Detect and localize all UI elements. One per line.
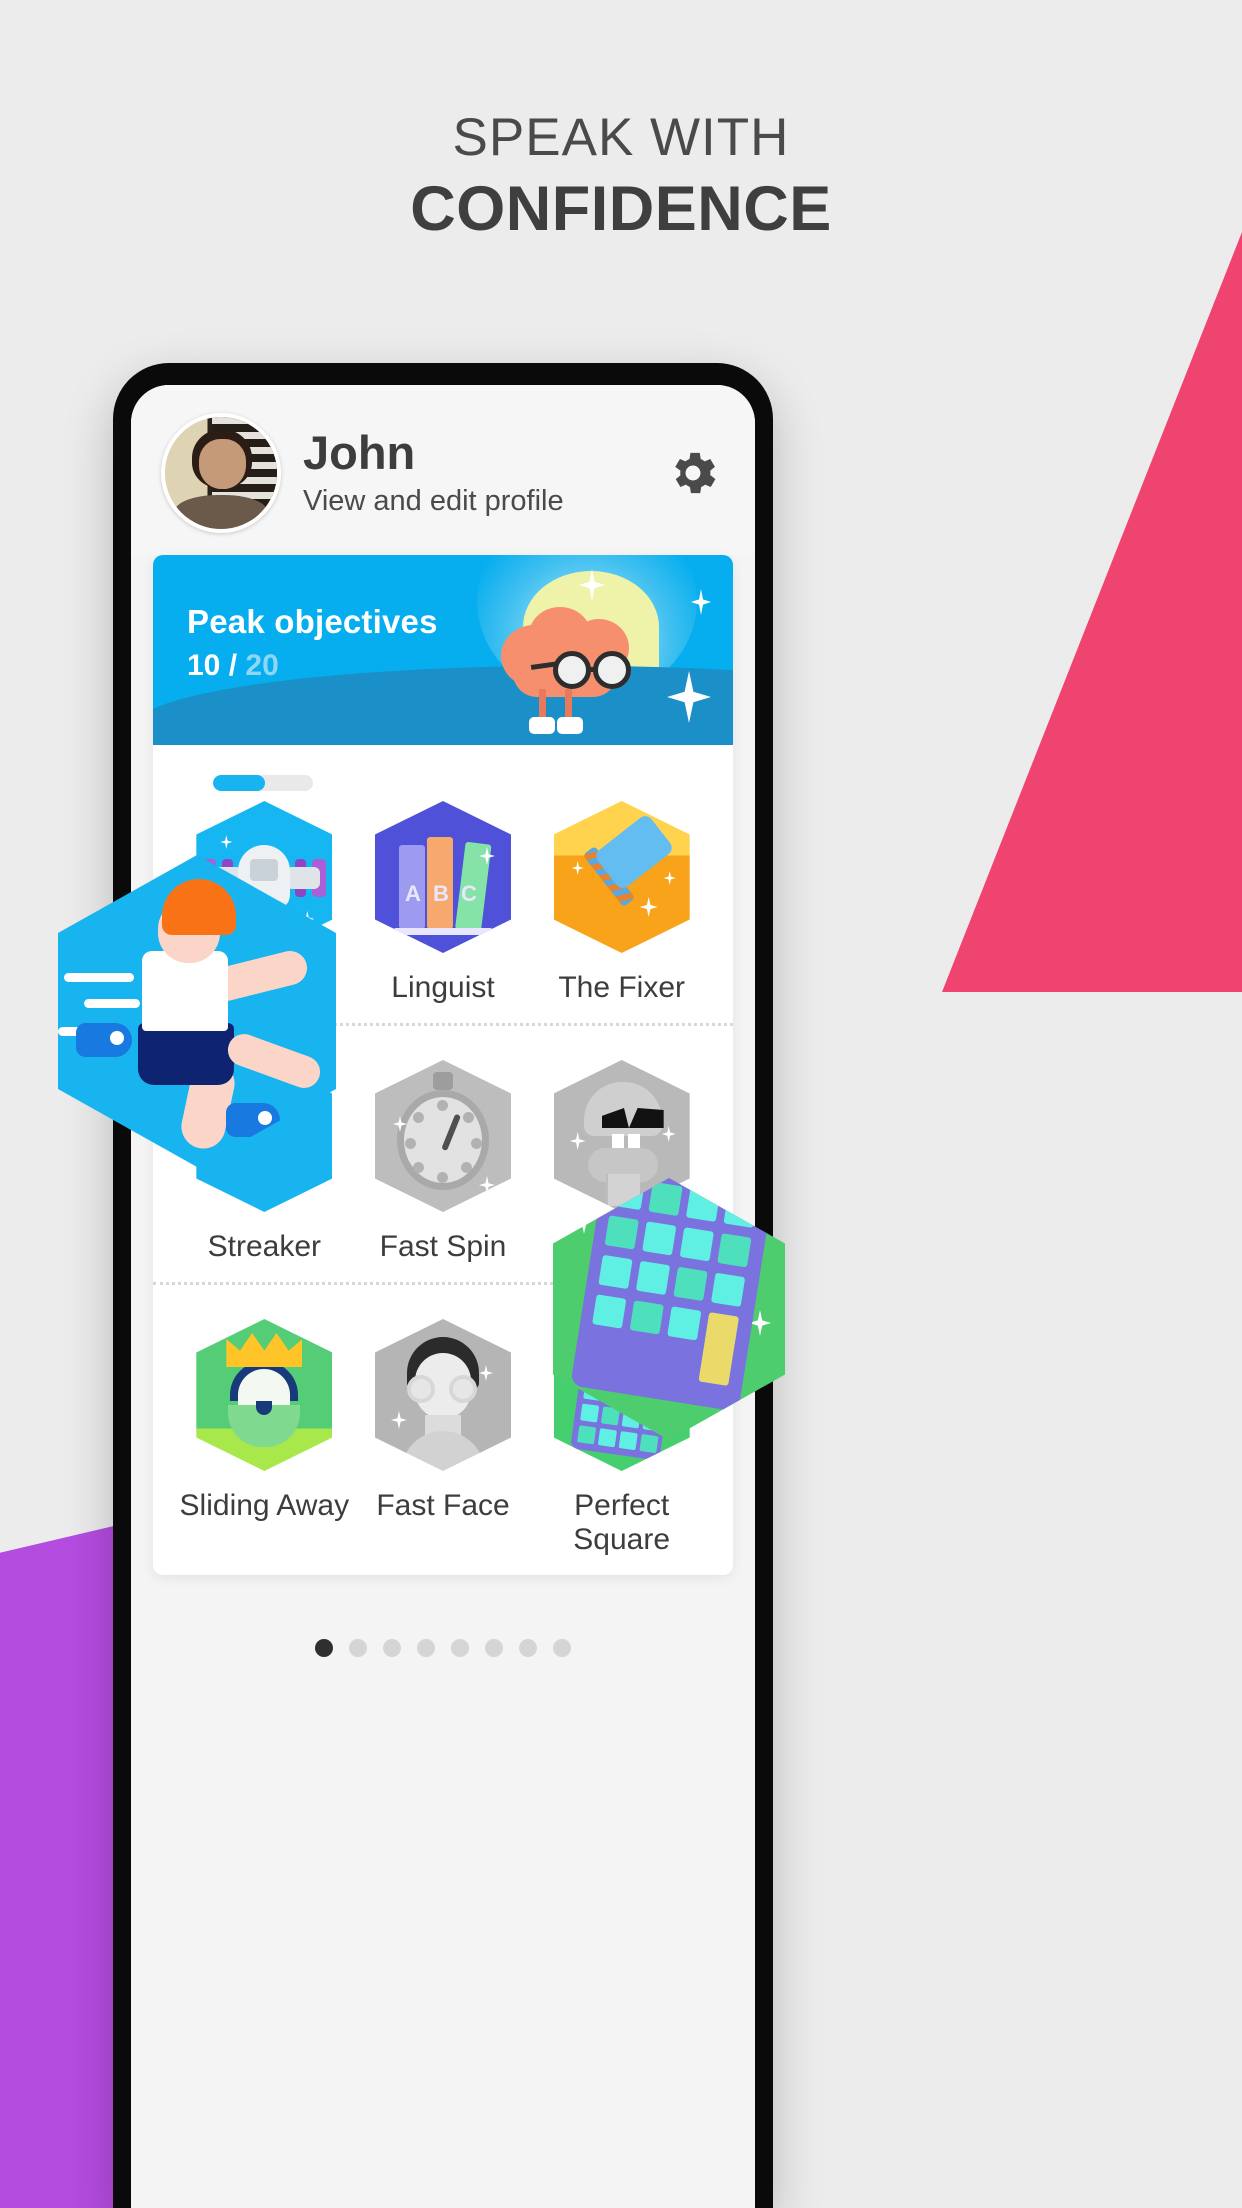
progress-bar [213, 775, 313, 791]
calculator-key [679, 1227, 714, 1262]
gear-icon[interactable] [665, 445, 721, 501]
pagination-dot[interactable] [417, 1639, 435, 1657]
pagination-dot[interactable] [383, 1639, 401, 1657]
objectives-total: 20 [245, 649, 279, 682]
banner-text: Peak objectives 10 / 20 [187, 603, 438, 683]
avatar[interactable] [161, 413, 281, 533]
calculator-key [723, 1193, 758, 1228]
profile-name: John [303, 425, 416, 479]
page-title: SPEAK WITH CONFIDENCE [0, 110, 1242, 246]
calculator-key [685, 1187, 721, 1223]
calculator-key [698, 1312, 739, 1386]
face-badge-icon [375, 1319, 511, 1471]
calculator-key [592, 1294, 627, 1329]
profile-header[interactable]: John View and edit profile [131, 385, 755, 555]
calculator-key [673, 1266, 708, 1302]
calculator-hex-illustration [553, 1178, 785, 1440]
headline-line-1: SPEAK WITH [452, 108, 790, 167]
brain-mascot-icon [495, 601, 645, 734]
achievement-item-the-fixer[interactable]: The Fixer [532, 801, 711, 1005]
banner-progress-count: 10 / 20 [187, 649, 438, 683]
pagination-dot[interactable] [485, 1639, 503, 1657]
background-pink-shape [942, 232, 1242, 992]
objectives-current: 10 [187, 649, 221, 682]
calculator-key [604, 1215, 639, 1250]
calculator-key [642, 1221, 677, 1256]
achievement-label: Fast Spin [379, 1230, 507, 1263]
achievement-item-fast-face[interactable]: Fast Face [354, 1319, 533, 1557]
achievement-label: Fast Face [376, 1489, 510, 1522]
progress-bar-wrap [153, 745, 733, 791]
pagination-dot[interactable] [315, 1639, 333, 1657]
objectives-separator: / [220, 649, 246, 682]
achievement-label: Sliding Away [179, 1489, 350, 1522]
calculator-key [710, 1272, 746, 1307]
achievement-item-linguist[interactable]: A B C Linguist [354, 801, 533, 1005]
banner-title: Peak objectives [187, 603, 438, 640]
runner-hex-illustration [58, 855, 336, 1167]
hammer-badge-icon [553, 801, 690, 953]
stopwatch-badge-icon [375, 1060, 511, 1212]
profile-text: John View and edit profile [303, 425, 643, 518]
calculator-key [629, 1300, 664, 1335]
calculator-key [610, 1178, 646, 1211]
calculator-key [598, 1254, 633, 1290]
headline-line-2: CONFIDENCE [410, 173, 832, 244]
achievement-label: Linguist [391, 971, 495, 1004]
achievement-item-fast-spin[interactable]: Fast Spin [354, 1060, 533, 1264]
king-badge-icon [196, 1319, 333, 1471]
calculator-key [667, 1306, 702, 1341]
achievement-label: Streaker [207, 1230, 322, 1263]
pagination-dot[interactable] [519, 1639, 537, 1657]
progress-bar-fill [213, 775, 265, 791]
calculator-key [635, 1260, 671, 1296]
pagination-dots[interactable] [131, 1639, 755, 1657]
calculator-key [717, 1233, 752, 1268]
pagination-dot[interactable] [553, 1639, 571, 1657]
books-badge-icon: A B C [375, 801, 511, 953]
achievement-label: Perfect Square [573, 1489, 671, 1556]
achievement-label: The Fixer [558, 971, 686, 1004]
pagination-dot[interactable] [451, 1639, 469, 1657]
calculator-key [648, 1181, 683, 1217]
profile-subtitle: View and edit profile [303, 485, 564, 518]
achievement-item-sliding-away[interactable]: Sliding Away [175, 1319, 354, 1557]
pagination-dot[interactable] [349, 1639, 367, 1657]
peak-objectives-banner[interactable]: Peak objectives 10 / 20 [153, 555, 733, 745]
